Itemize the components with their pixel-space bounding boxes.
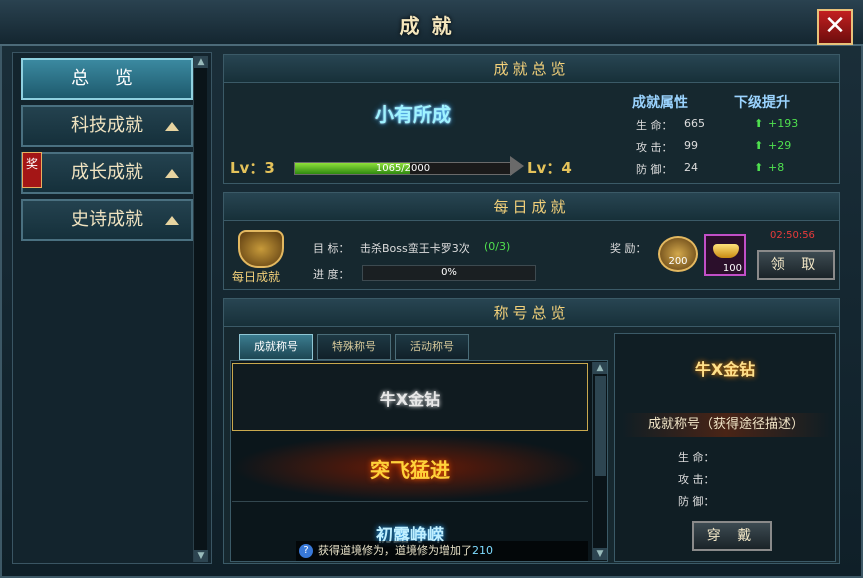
expand-arrow-icon bbox=[165, 122, 179, 131]
level-progress-bar: 1065/2000 bbox=[294, 162, 512, 175]
title-name: 牛X金钻 bbox=[379, 390, 441, 409]
hp-bonus: +193 bbox=[768, 117, 799, 130]
preview-atk-label: 攻 击： bbox=[678, 473, 715, 486]
sidebar-item-label: 总 览 bbox=[71, 68, 143, 89]
daily-timer: 02:50:56 bbox=[770, 230, 815, 241]
goal-text: 击杀Boss蛮王卡罗3次 bbox=[360, 242, 470, 255]
tab-achievement-titles[interactable]: 成就称号 bbox=[239, 334, 313, 360]
scroll-down-icon[interactable]: ▼ bbox=[593, 548, 607, 560]
daily-progress-bar: 0% bbox=[362, 265, 536, 281]
close-button[interactable]: ✕ bbox=[817, 9, 853, 45]
goal-count: (0/3) bbox=[484, 240, 511, 253]
tab-event-titles[interactable]: 活动称号 bbox=[395, 334, 469, 360]
atk-label: 攻 击： bbox=[636, 141, 673, 154]
atk-bonus: +29 bbox=[768, 139, 792, 152]
expand-arrow-icon bbox=[165, 169, 179, 178]
scroll-down-icon[interactable]: ▼ bbox=[194, 550, 208, 562]
title-bar: 成就 ✕ bbox=[0, 0, 863, 46]
preview-description: 成就称号（获得途径描述） bbox=[622, 413, 830, 437]
reward-gold-ingot-icon[interactable]: 100 bbox=[704, 234, 746, 276]
up-arrow-icon: ⬆ bbox=[754, 117, 764, 130]
claim-button[interactable]: 领 取 bbox=[757, 250, 835, 280]
hp-label: 生 命： bbox=[636, 119, 673, 132]
title-name: 突飞猛进 bbox=[370, 458, 450, 482]
progress-arrow-icon bbox=[510, 156, 524, 176]
question-icon: ? bbox=[299, 544, 313, 558]
sidebar-item-label: 科技成就 bbox=[71, 115, 143, 136]
hp-value: 665 bbox=[684, 117, 705, 130]
daily-header: 每日成就 bbox=[224, 193, 839, 221]
preview-title: 牛X金钻 bbox=[694, 360, 756, 379]
notification-bar: ? 获得道境修为，道境修为增加了210 bbox=[296, 541, 588, 561]
notification-amount: 210 bbox=[472, 544, 493, 557]
tab-special-titles[interactable]: 特殊称号 bbox=[317, 334, 391, 360]
daily-progress-text: 0% bbox=[441, 267, 457, 278]
def-bonus: +8 bbox=[768, 161, 785, 174]
preview-def-label: 防 御： bbox=[678, 495, 715, 508]
up-arrow-icon: ⬆ bbox=[754, 139, 764, 152]
reward-label: 奖 励： bbox=[610, 242, 647, 255]
level-progress-text: 1065/2000 bbox=[375, 163, 431, 174]
titles-header: 称号总览 bbox=[224, 299, 839, 327]
title-list-scrollbar[interactable]: ▲ ▼ bbox=[592, 362, 607, 560]
def-value: 24 bbox=[684, 161, 698, 174]
goal-label: 目 标： bbox=[313, 242, 350, 255]
notification-text: 获得道境修为，道境修为增加了 bbox=[318, 544, 472, 557]
progress-label: 进 度： bbox=[313, 268, 350, 281]
achievement-emblem: 小有所成 bbox=[374, 104, 451, 126]
sidebar-item-epic[interactable]: 史诗成就 bbox=[21, 199, 193, 241]
reward-medal-icon[interactable]: 200 bbox=[658, 236, 698, 272]
list-item[interactable]: 突飞猛进 bbox=[232, 434, 588, 502]
window-title: 成就 bbox=[399, 14, 464, 38]
sidebar-scrollbar[interactable]: ▲ ▼ bbox=[193, 56, 208, 562]
overview-header: 成就总览 bbox=[224, 55, 839, 83]
expand-arrow-icon bbox=[165, 216, 179, 225]
preview-hp-label: 生 命： bbox=[678, 451, 715, 464]
reward-count: 100 bbox=[722, 263, 742, 274]
next-header: 下级提升 bbox=[734, 95, 790, 111]
next-level: Lv：4 bbox=[527, 159, 572, 177]
current-level: Lv：3 bbox=[230, 159, 275, 177]
sidebar-item-label: 史诗成就 bbox=[71, 209, 143, 230]
sidebar-item-tech[interactable]: 科技成就 bbox=[21, 105, 193, 147]
scroll-up-icon[interactable]: ▲ bbox=[194, 56, 208, 68]
attr-header: 成就属性 bbox=[632, 95, 688, 111]
daily-trophy-icon bbox=[238, 230, 284, 268]
sidebar-item-label: 成长成就 bbox=[71, 162, 143, 183]
scroll-thumb[interactable] bbox=[595, 376, 606, 476]
daily-icon-label: 每日成就 bbox=[232, 270, 281, 284]
def-label: 防 御： bbox=[636, 163, 673, 176]
scroll-up-icon[interactable]: ▲ bbox=[593, 362, 607, 374]
wear-button[interactable]: 穿 戴 bbox=[692, 521, 772, 551]
up-arrow-icon: ⬆ bbox=[754, 161, 764, 174]
sidebar-item-growth[interactable]: 成长成就 bbox=[21, 152, 193, 194]
reward-badge-icon: 奖 bbox=[22, 152, 42, 188]
atk-value: 99 bbox=[684, 139, 698, 152]
attribute-panel: 成就属性 下级提升 生 命： 665 ⬆ +193 攻 击： 99 ⬆ +29 … bbox=[622, 88, 826, 180]
sidebar-item-overview[interactable]: 总 览 bbox=[21, 58, 193, 100]
list-item[interactable]: 牛X金钻 bbox=[232, 363, 588, 431]
